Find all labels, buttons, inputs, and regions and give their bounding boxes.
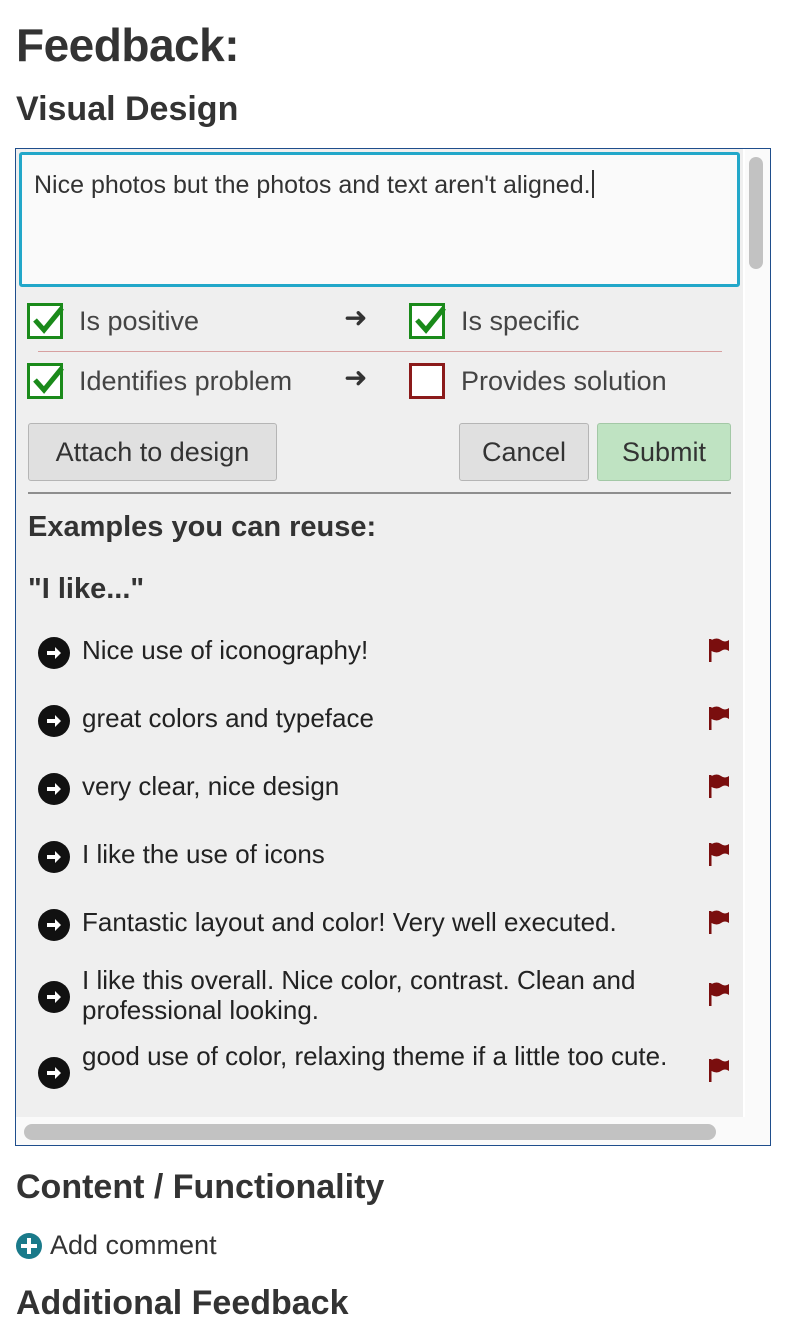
- comment-textarea[interactable]: Nice photos but the photos and text aren…: [19, 152, 740, 287]
- use-example-arrow-icon[interactable]: [38, 637, 70, 669]
- use-example-arrow-icon[interactable]: [38, 773, 70, 805]
- examples-heading: Examples you can reuse:: [28, 511, 377, 543]
- checkbox-label-is-specific: Is specific: [461, 306, 580, 336]
- example-item[interactable]: good use of color, relaxing theme if a l…: [38, 1041, 730, 1105]
- flag-icon[interactable]: [706, 705, 730, 731]
- text-caret: [591, 170, 594, 198]
- example-item[interactable]: very clear, nice design: [38, 771, 730, 807]
- flag-icon[interactable]: [706, 1057, 730, 1083]
- horizontal-scrollbar-thumb[interactable]: [24, 1124, 716, 1140]
- attach-to-design-button[interactable]: Attach to design: [28, 423, 277, 481]
- example-item[interactable]: I like the use of icons: [38, 839, 730, 875]
- example-text: Fantastic layout and color! Very well ex…: [82, 907, 617, 937]
- example-item[interactable]: I like this overall. Nice color, contras…: [38, 965, 730, 1029]
- vertical-scrollbar[interactable]: [745, 149, 770, 1117]
- example-text: great colors and typeface: [82, 703, 374, 733]
- use-example-arrow-icon[interactable]: [38, 841, 70, 873]
- add-comment-label: Add comment: [50, 1230, 217, 1260]
- example-text: very clear, nice design: [82, 771, 340, 801]
- example-item[interactable]: Fantastic layout and color! Very well ex…: [38, 907, 730, 943]
- flag-icon[interactable]: [706, 637, 730, 663]
- section-heading-content-functionality: Content / Functionality: [16, 1168, 385, 1206]
- section-heading-visual-design: Visual Design: [16, 90, 239, 128]
- feedback-panel: Nice photos but the photos and text aren…: [15, 148, 771, 1146]
- comment-text: Nice photos but the photos and text aren…: [34, 171, 591, 199]
- vertical-scrollbar-thumb[interactable]: [749, 157, 763, 269]
- checkbox-is-specific[interactable]: [409, 303, 446, 339]
- flag-icon[interactable]: [706, 773, 730, 799]
- checkbox-is-positive[interactable]: [27, 303, 64, 339]
- example-text: I like the use of icons: [82, 839, 325, 869]
- checkbox-label-is-positive: Is positive: [79, 306, 200, 336]
- checkmark-icon: [33, 366, 64, 394]
- use-example-arrow-icon[interactable]: [38, 981, 70, 1013]
- flag-icon[interactable]: [706, 841, 730, 867]
- example-text: good use of color, relaxing theme if a l…: [82, 1041, 668, 1071]
- checkmark-icon: [33, 306, 64, 334]
- checkbox-identifies-problem[interactable]: [27, 363, 64, 399]
- checklist-divider: [38, 351, 722, 352]
- cancel-button[interactable]: Cancel: [459, 423, 589, 481]
- plus-circle-icon[interactable]: [16, 1233, 42, 1259]
- feedback-panel-content: Nice photos but the photos and text aren…: [16, 149, 743, 1117]
- section-heading-additional-feedback: Additional Feedback: [16, 1284, 349, 1322]
- flag-icon[interactable]: [706, 981, 730, 1007]
- flag-icon[interactable]: [706, 909, 730, 935]
- checkbox-provides-solution[interactable]: [409, 363, 445, 399]
- page-title: Feedback:: [16, 19, 240, 71]
- use-example-arrow-icon[interactable]: [38, 909, 70, 941]
- example-item[interactable]: Nice use of iconography!: [38, 635, 730, 671]
- examples-divider: [28, 492, 731, 494]
- example-text: I like this overall. Nice color, contras…: [82, 965, 636, 1025]
- use-example-arrow-icon[interactable]: [38, 705, 70, 737]
- submit-button[interactable]: Submit: [597, 423, 731, 481]
- checkbox-label-identifies-problem: Identifies problem: [79, 366, 293, 396]
- arrow-right-icon: ➜: [344, 362, 368, 393]
- example-text: Nice use of iconography!: [82, 635, 369, 665]
- example-item[interactable]: great colors and typeface: [38, 703, 730, 739]
- use-example-arrow-icon[interactable]: [38, 1057, 70, 1089]
- examples-group-label: "I like...": [28, 573, 145, 605]
- checkmark-icon: [415, 306, 446, 334]
- checkbox-label-provides-solution: Provides solution: [461, 366, 667, 396]
- arrow-right-icon: ➜: [344, 302, 368, 333]
